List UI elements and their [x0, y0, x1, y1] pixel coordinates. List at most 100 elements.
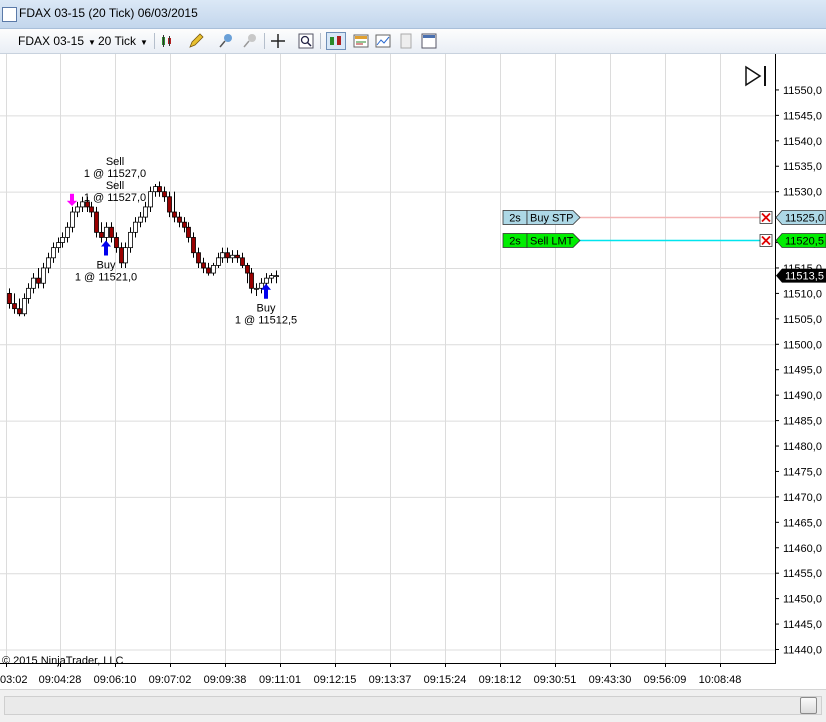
time-tick-label: 09:43:30 [589, 674, 632, 686]
zoom-icon[interactable] [298, 33, 314, 49]
document-icon[interactable] [398, 33, 414, 49]
order-buy-stp[interactable]: 2s Buy STP 11525,0 [502, 210, 826, 225]
candle-body [211, 265, 216, 274]
candle [75, 201, 80, 218]
candle-body [230, 254, 235, 259]
candle [201, 257, 206, 274]
scroll-track[interactable] [4, 696, 822, 715]
candle-body [26, 287, 31, 299]
instrument-selector[interactable]: FDAX 03-15 ▼ [18, 32, 96, 50]
candle [172, 191, 177, 223]
candle-body [225, 252, 230, 259]
candle [206, 262, 211, 276]
buy-arrow-icon [101, 240, 111, 256]
candle [56, 237, 61, 253]
candle [182, 217, 187, 233]
candle [65, 222, 70, 243]
candle [235, 250, 240, 263]
order-qty: 2s [509, 236, 521, 248]
candle-body [104, 226, 109, 238]
candle-body [119, 247, 124, 264]
sell-arrow-icon [67, 193, 77, 206]
candle-body [206, 267, 211, 274]
candle [138, 212, 143, 228]
window-title: FDAX 03-15 (20 Tick) 06/03/2015 [19, 6, 198, 20]
candle [157, 181, 162, 197]
candle [104, 222, 109, 243]
crosshair-icon[interactable] [270, 33, 286, 49]
candle [254, 283, 259, 296]
buy-execution: Buy1 @ 11512,5 [235, 283, 297, 327]
candle-body [51, 247, 56, 259]
price-tick-label: 11535,0 [783, 161, 822, 173]
price-tick-label: 11545,0 [783, 110, 822, 122]
close-icon[interactable] [759, 234, 773, 247]
price-tick-label: 11490,0 [783, 390, 822, 402]
candle-body [12, 303, 17, 310]
time-tick-label: 09:09:38 [204, 674, 247, 686]
execution-side-label: Buy [257, 303, 276, 315]
price-tick-label: 11540,0 [783, 136, 822, 148]
order-price-label: 11525,0 [785, 213, 824, 225]
candle [230, 250, 235, 263]
candle [186, 222, 191, 243]
candle-body [162, 191, 167, 198]
candle-body [41, 267, 46, 284]
candle-body [249, 272, 254, 289]
sell-execution: Sell1 @ 11527,0 [67, 180, 146, 206]
candle [26, 283, 31, 304]
time-tick-label: 09:12:15 [314, 674, 357, 686]
candlestick-style-icon[interactable] [160, 33, 176, 49]
candle-body [148, 191, 153, 208]
candle-body [216, 257, 221, 266]
chart-icon [2, 7, 17, 22]
properties-icon[interactable] [421, 33, 437, 49]
candle-body [114, 237, 119, 249]
candle [225, 247, 230, 263]
candle-body [182, 221, 187, 228]
price-tick-label: 11495,0 [783, 365, 822, 377]
pencil-draw-icon[interactable] [188, 33, 204, 49]
data-box-icon[interactable] [353, 33, 369, 49]
pin-icon[interactable] [218, 33, 234, 49]
candle [70, 206, 75, 233]
execution-fill-label: 1 @ 11527,0 [84, 192, 146, 204]
eraser-icon[interactable] [242, 33, 258, 49]
price-tick-label: 11485,0 [783, 416, 822, 428]
candle-body [128, 231, 133, 249]
time-tick-label: 09:18:12 [479, 674, 522, 686]
candle-body [201, 262, 206, 269]
horizontal-scrollbar[interactable] [0, 689, 826, 722]
candle [211, 262, 216, 276]
candle [41, 262, 46, 289]
chart-toolbar: FDAX 03-15 ▼ 20 Tick ▼ [0, 29, 826, 54]
time-tick-label: 09:11:01 [259, 674, 301, 686]
chart-trader-icon[interactable] [326, 32, 346, 50]
candle-body [60, 237, 65, 243]
scroll-to-end-icon[interactable] [745, 65, 766, 87]
scroll-thumb[interactable] [800, 697, 817, 714]
candle-body [167, 196, 172, 213]
candle [46, 252, 51, 274]
order-lines[interactable]: 2s Buy STP 11525,0 2s Sell LMT 11520,5 [502, 210, 826, 248]
order-sell-lmt[interactable]: 2s Sell LMT 11520,5 [502, 233, 826, 248]
template-icon[interactable] [375, 33, 391, 49]
execution-side-label: Sell [106, 180, 124, 192]
candle-body [177, 216, 182, 223]
candle [123, 242, 128, 268]
candle-body [94, 211, 99, 233]
candle-body [157, 186, 162, 193]
chevron-down-icon: ▼ [88, 38, 96, 47]
candle [269, 273, 274, 284]
candle [240, 252, 245, 268]
time-tick-label: 09:56:09 [644, 674, 687, 686]
candle-body [138, 216, 143, 223]
candle-body [269, 275, 274, 279]
close-icon[interactable] [759, 211, 773, 224]
price-tick-label: 11455,0 [783, 568, 822, 580]
candle-body [245, 265, 250, 274]
order-qty: 2s [509, 213, 521, 225]
interval-selector[interactable]: 20 Tick ▼ [98, 32, 148, 50]
price-chart[interactable]: 11440,0 11445,0 11450,0 11455,0 11460,0 11465… [0, 54, 826, 688]
candle [274, 270, 279, 284]
